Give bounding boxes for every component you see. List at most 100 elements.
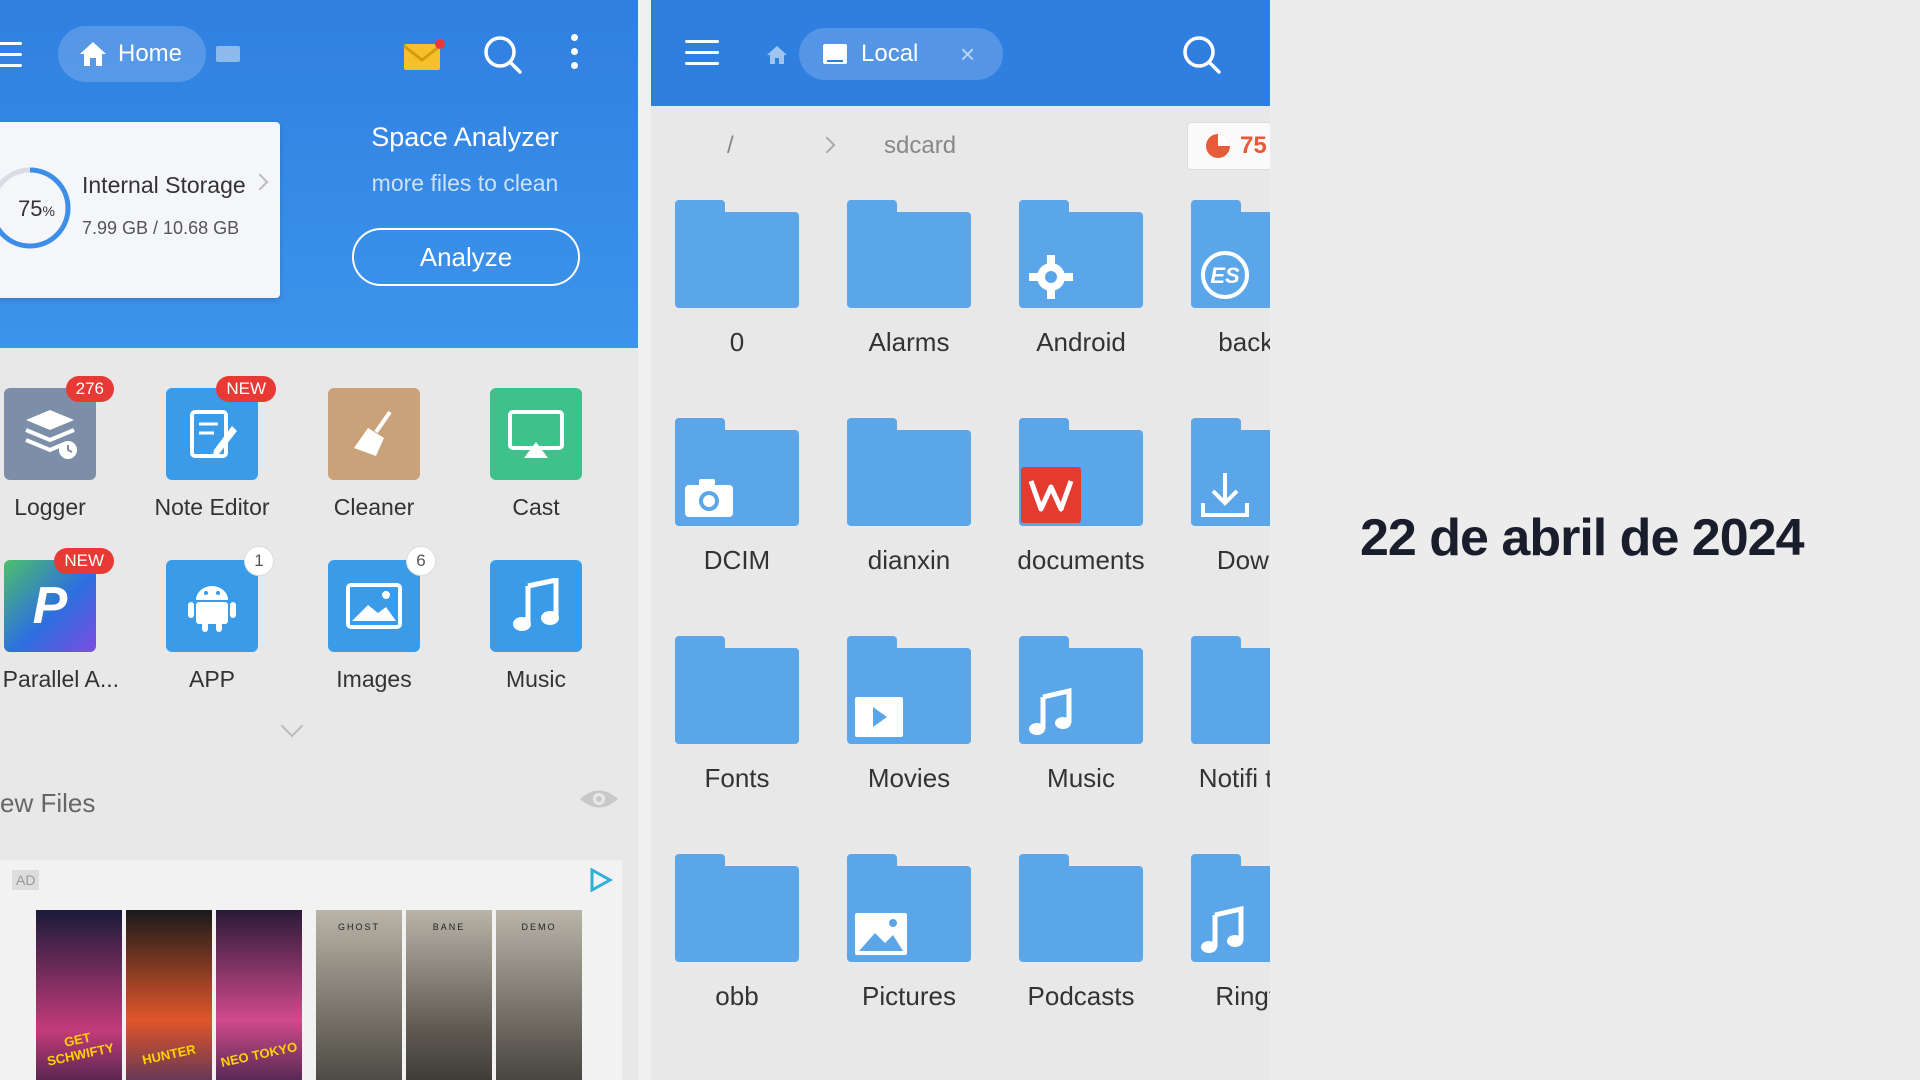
storage-title: Internal Storage xyxy=(82,172,246,198)
home-icon xyxy=(80,42,106,66)
analyze-button[interactable]: Analyze xyxy=(352,228,580,286)
app-music[interactable]: Music xyxy=(456,560,616,693)
folder-icon xyxy=(1019,200,1143,308)
app-note-editor[interactable]: NEW Note Editor xyxy=(132,376,292,521)
folder-icon xyxy=(847,200,971,308)
download-icon xyxy=(1197,469,1253,526)
app-label: Logger xyxy=(14,494,86,520)
folder-item[interactable]: Podcasts xyxy=(995,854,1167,1013)
folder-label: obb xyxy=(715,981,759,1011)
ad-poster: GET SCHWIFTY xyxy=(36,910,122,1080)
folder-icon xyxy=(675,418,799,526)
folder-label: Pictures xyxy=(862,981,956,1011)
app-logger[interactable]: 276 Logger xyxy=(0,376,130,521)
app-images[interactable]: 6 Images xyxy=(294,546,454,693)
folder-label: Music xyxy=(1047,763,1115,793)
search-icon[interactable] xyxy=(1181,34,1223,76)
app-parallel[interactable]: P NEW S Parallel A... xyxy=(0,548,130,693)
panel-divider xyxy=(638,0,651,1080)
folder-item[interactable]: Pictures xyxy=(823,854,995,1013)
app-app[interactable]: 1 APP xyxy=(132,546,292,693)
storage-usage-ring xyxy=(0,167,71,249)
parallel-icon: P NEW xyxy=(4,548,114,652)
new-files-heading: ew Files xyxy=(0,788,96,818)
ad-banner[interactable]: AD GET SCHWIFTY HUNTER NEO TOKYO GHOST B… xyxy=(0,860,622,1080)
home-tab[interactable]: Home xyxy=(58,26,206,82)
ad-poster: HUNTER xyxy=(126,910,212,1080)
app-label: Cleaner xyxy=(333,494,415,520)
es-icon: ES xyxy=(1197,247,1253,308)
folder-label: Alarms xyxy=(868,327,950,357)
folder-label: dianxin xyxy=(867,545,951,575)
logger-icon: 276 xyxy=(4,376,114,480)
android-icon: 1 xyxy=(166,546,274,652)
window-tab-icon[interactable] xyxy=(216,46,240,62)
storage-size: 7.99 GB / 10.68 GB xyxy=(82,218,240,238)
home-icon[interactable] xyxy=(765,44,789,66)
app-cleaner[interactable]: Cleaner xyxy=(294,388,454,521)
folder-label: backu xyxy=(1218,327,1270,357)
storage-usage-chip[interactable]: 75 xyxy=(1187,122,1270,170)
folder-icon xyxy=(847,418,971,526)
ad-tag: AD xyxy=(12,870,40,890)
folder-item[interactable]: ES backu xyxy=(1167,200,1270,359)
expand-chevron-icon[interactable] xyxy=(280,714,304,738)
folder-item[interactable]: Ringto xyxy=(1167,854,1270,1013)
usage-percent: 75 xyxy=(1240,132,1267,159)
music-note-icon xyxy=(1197,905,1249,962)
new-badge: NEW xyxy=(54,548,114,574)
space-analyzer-title: Space Analyzer xyxy=(371,122,559,152)
folder-label: documents xyxy=(1017,545,1145,575)
menu-icon[interactable] xyxy=(0,42,22,68)
folder-label: Podcasts xyxy=(1027,981,1135,1011)
storage-percent: 75% xyxy=(18,196,55,221)
folder-item[interactable]: Music xyxy=(995,636,1167,795)
app-label: Music xyxy=(505,666,567,692)
folder-item[interactable]: Movies xyxy=(823,636,995,795)
folder-item[interactable]: Fonts xyxy=(651,636,823,795)
folder-icon xyxy=(847,854,971,962)
more-options-icon[interactable] xyxy=(568,34,580,74)
folder-item[interactable]: dianxin xyxy=(823,418,995,577)
ad-poster: BANE xyxy=(406,910,492,1080)
folder-icon xyxy=(1019,418,1143,526)
notification-badge: 276 xyxy=(65,376,114,402)
folder-label: Notifi tion xyxy=(1198,763,1270,793)
menu-icon[interactable] xyxy=(685,40,719,66)
folder-item[interactable]: Notifi tion xyxy=(1167,636,1270,795)
folder-icon xyxy=(1191,418,1270,526)
mail-icon[interactable] xyxy=(402,38,446,74)
app-label: Cast xyxy=(512,494,560,520)
folder-label: Downl xyxy=(1216,545,1270,575)
home-header: Home 75% Internal Storage 7.99 GB / 10.6… xyxy=(0,0,638,348)
count-badge: 1 xyxy=(244,546,274,576)
home-tab-label: Home xyxy=(118,40,183,67)
folder-label: 0 xyxy=(729,327,745,357)
folder-icon xyxy=(1019,636,1143,744)
pie-chart-icon xyxy=(1206,134,1230,158)
picture-icon xyxy=(853,911,909,962)
folder-item[interactable]: obb xyxy=(651,854,823,1013)
ad-poster: DEMO xyxy=(496,910,582,1080)
folder-icon xyxy=(675,636,799,744)
app-label: APP xyxy=(188,666,236,692)
folder-item[interactable]: documents xyxy=(995,418,1167,577)
eye-icon[interactable] xyxy=(578,786,620,812)
play-icon xyxy=(853,695,905,744)
camera-icon xyxy=(681,475,737,526)
broom-icon xyxy=(328,388,420,480)
ad-choices-icon[interactable] xyxy=(586,866,614,894)
folder-item[interactable]: 0 xyxy=(651,200,823,359)
app-cast[interactable]: Cast xyxy=(456,388,616,521)
folder-item[interactable]: Alarms xyxy=(823,200,995,359)
folder-icon: ES xyxy=(1191,200,1270,308)
search-icon[interactable] xyxy=(482,34,524,76)
folder-item[interactable]: Downl xyxy=(1167,418,1270,577)
sd-card-icon xyxy=(823,44,847,64)
breadcrumb-root[interactable]: / xyxy=(727,132,734,160)
folder-item[interactable]: DCIM xyxy=(651,418,823,577)
breadcrumb-sdcard[interactable]: sdcard xyxy=(884,132,956,160)
folder-label: DCIM xyxy=(703,545,771,575)
close-tab-icon[interactable]: × xyxy=(960,41,975,67)
folder-item[interactable]: Android xyxy=(995,200,1167,359)
